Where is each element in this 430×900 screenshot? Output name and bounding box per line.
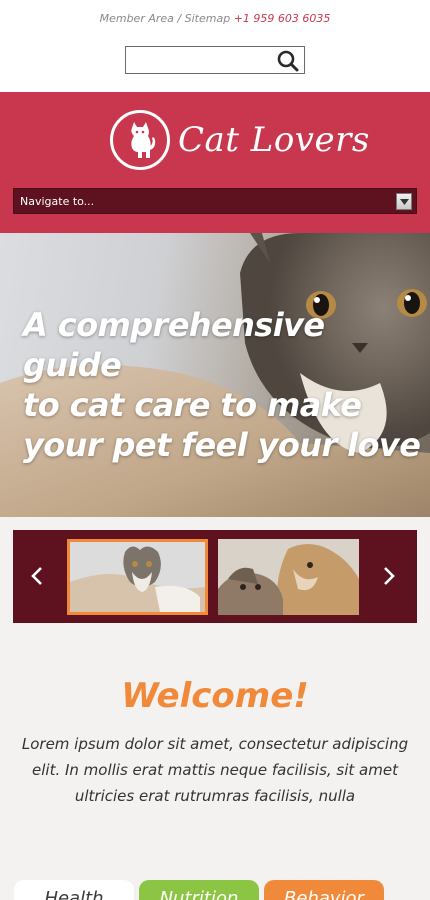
welcome-text: Lorem ipsum dolor sit amet, consectetur …	[21, 735, 409, 805]
chevron-left-icon[interactable]	[25, 560, 49, 592]
cat-thumbnail[interactable]	[67, 539, 208, 615]
welcome-title: Welcome!	[121, 676, 309, 716]
chevron-down-icon[interactable]	[396, 193, 412, 210]
navigate-select-label: Navigate to...	[20, 195, 95, 208]
sitemap-link[interactable]: Sitemap	[185, 12, 231, 25]
tab-behavior[interactable]: Behavior	[264, 880, 384, 900]
logo-text: Cat Lovers	[178, 120, 370, 160]
hero-line-1: A comprehensive guide	[23, 306, 325, 384]
search-icon[interactable]	[276, 49, 300, 73]
tab-nutrition[interactable]: Nutrition	[139, 880, 259, 900]
hero-headline: A comprehensive guide to cat care to mak…	[23, 305, 428, 465]
site-header: Cat Lovers Navigate to...	[0, 92, 430, 233]
hero-line-2: to cat care to make	[23, 386, 362, 424]
search-box	[125, 46, 305, 74]
navigate-select[interactable]: Navigate to...	[13, 188, 417, 214]
top-bar: Member Area / Sitemap +1 959 603 6035	[0, 0, 430, 92]
chevron-right-icon[interactable]	[377, 560, 401, 592]
hero-line-3: your pet feel your love	[23, 426, 421, 464]
link-separator: /	[177, 12, 182, 25]
hero-banner: A comprehensive guide to cat care to mak…	[0, 233, 430, 517]
member-area-link[interactable]: Member Area	[100, 12, 174, 25]
phone-number: +1 959 603 6035	[233, 12, 331, 25]
cat-icon	[110, 110, 170, 170]
top-links: Member Area / Sitemap +1 959 603 6035	[0, 12, 430, 25]
kittens-thumbnail[interactable]	[218, 539, 359, 615]
thumbnail-carousel	[13, 530, 417, 623]
logo[interactable]: Cat Lovers	[110, 110, 370, 170]
search-input[interactable]	[126, 47, 271, 73]
tab-health[interactable]: Health	[14, 880, 134, 900]
